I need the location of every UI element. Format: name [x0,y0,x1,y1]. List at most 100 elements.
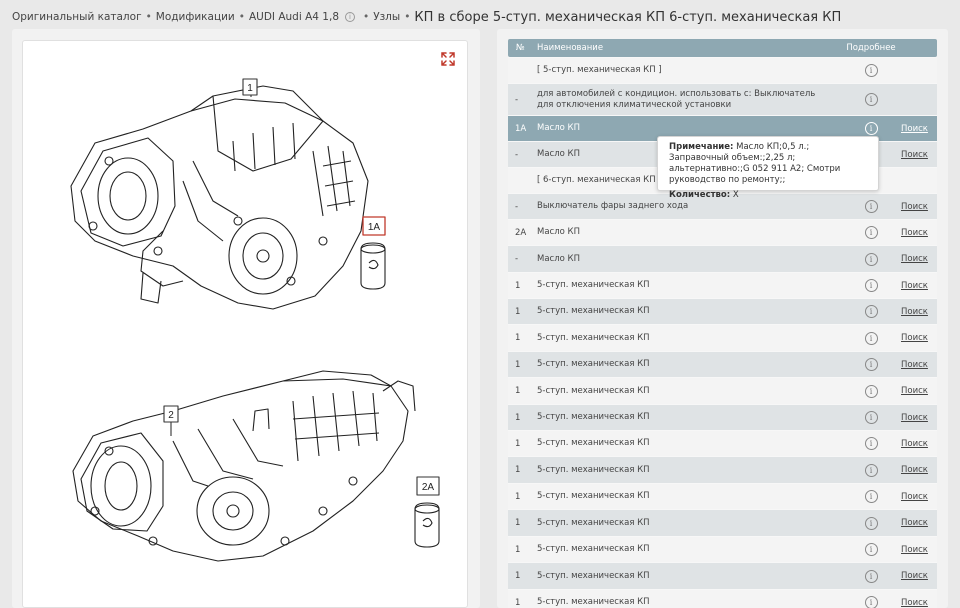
row-link-cell: Поиск [901,281,937,291]
info-circle-icon[interactable]: i [864,252,878,266]
search-link[interactable]: Поиск [901,202,928,212]
tooltip-qty-label: Количество: [669,190,731,200]
row-link-cell: Поиск [901,360,937,370]
search-link[interactable]: Поиск [901,333,928,343]
info-circle-icon[interactable]: i [864,64,878,77]
row-link-cell: Поиск [901,386,937,396]
breadcrumb: Оригинальный каталог • Модификации • AUD… [12,8,841,26]
row-info-cell: i [841,490,901,503]
expand-arrows-icon[interactable] [440,51,456,67]
row-number: 2A [515,227,527,238]
search-link[interactable]: Поиск [901,571,928,581]
info-icon[interactable]: i [345,12,355,22]
row-name: 5-ступ. механическая КП [537,570,650,581]
info-circle-icon[interactable]: i [864,516,878,530]
table-row[interactable]: 1 5-ступ. механическая КП i Поиск [508,483,937,509]
table-header: № Наименование Подробнее [508,39,937,57]
info-circle-icon[interactable]: i [864,93,878,106]
table-row[interactable]: 1 5-ступ. механическая КП i Поиск [508,430,937,456]
table-row[interactable]: 1 5-ступ. механическая КП i Поиск [508,589,937,608]
header-more: Подробнее [846,43,896,53]
row-number: - [515,94,519,105]
search-link[interactable]: Поиск [901,598,928,608]
info-circle-icon[interactable]: i [864,569,878,583]
search-link[interactable]: Поиск [901,545,928,555]
row-link-cell: Поиск [901,228,937,238]
search-link[interactable]: Поиск [901,150,928,160]
table-row[interactable]: 1 5-ступ. механическая КП i Поиск [508,377,937,404]
info-circle-icon[interactable]: i [864,437,878,450]
row-info-cell: i [841,279,901,292]
breadcrumb-link-units[interactable]: Узлы [373,11,400,23]
info-circle-icon[interactable]: i [864,411,878,424]
info-circle-icon[interactable]: i [864,226,878,239]
row-number: 1 [515,597,521,608]
table-row[interactable]: 2A Масло КП i Поиск [508,219,937,245]
row-name: Выключатель фары заднего хода [537,201,689,211]
table-row[interactable]: 1 5-ступ. механическая КП i Поиск [508,456,937,483]
table-row[interactable]: 1 5-ступ. механическая КП i Поиск [508,536,937,562]
info-circle-icon[interactable]: i [864,331,878,345]
callout-1[interactable]: 1 [247,83,253,94]
row-name: 5-ступ. механическая КП [537,412,650,422]
table-row[interactable]: - для автомобилей с кондицион. использова… [508,83,937,115]
row-name: 5-ступ. механическая КП [537,359,650,369]
row-link-cell: Поиск [901,307,937,317]
callout-2a[interactable]: 2A [422,482,435,493]
info-circle-icon[interactable]: i [864,543,878,556]
info-circle-icon[interactable]: i [864,200,878,213]
row-info-cell: i [841,516,901,530]
row-info-cell: i [841,358,901,371]
info-circle-icon[interactable]: i [864,279,878,292]
parts-diagram: 1 1A 2 2A [22,40,468,608]
info-circle-icon[interactable]: i [864,358,878,371]
search-link[interactable]: Поиск [901,492,928,502]
search-link[interactable]: Поиск [901,413,928,423]
table-row[interactable]: 1 5-ступ. механическая КП i Поиск [508,351,937,377]
row-info-cell: i [841,463,901,477]
note-tooltip: Примечание: Масло КП;0,5 л.; Заправочный… [657,136,879,200]
search-link[interactable]: Поиск [901,465,928,475]
row-info-cell: i [841,122,901,135]
info-circle-icon[interactable]: i [864,122,878,135]
search-link[interactable]: Поиск [901,307,928,317]
info-circle-icon[interactable]: i [864,596,878,608]
table-row[interactable]: 1 5-ступ. механическая КП i Поиск [508,562,937,589]
table-row[interactable]: 1 5-ступ. механическая КП i Поиск [508,509,937,536]
row-name: для автомобилей с кондицион. использоват… [537,88,816,110]
table-row[interactable]: 1 5-ступ. механическая КП i Поиск [508,324,937,351]
search-link[interactable]: Поиск [901,281,928,291]
row-number: 1A [515,123,527,134]
row-info-cell: i [841,93,901,106]
table-row[interactable]: [ 5-ступ. механическая КП ] i [508,57,937,83]
row-name: Масло КП [537,227,580,237]
search-link[interactable]: Поиск [901,360,928,370]
search-link[interactable]: Поиск [901,124,928,134]
row-name: 5-ступ. механическая КП [537,306,650,316]
search-link[interactable]: Поиск [901,518,928,528]
table-row[interactable]: - Масло КП i Поиск [508,245,937,272]
callout-2[interactable]: 2 [168,410,174,421]
search-link[interactable]: Поиск [901,228,928,238]
row-number: 1 [515,438,521,449]
breadcrumb-link-catalog[interactable]: Оригинальный каталог [12,11,142,23]
search-link[interactable]: Поиск [901,254,928,264]
table-row[interactable]: 1 5-ступ. механическая КП i Поиск [508,404,937,430]
search-link[interactable]: Поиск [901,439,928,449]
info-circle-icon[interactable]: i [864,463,878,477]
breadcrumb-link-modifications[interactable]: Модификации [156,11,235,23]
info-circle-icon[interactable]: i [864,384,878,398]
row-name: 5-ступ. механическая КП [537,464,650,475]
info-circle-icon[interactable]: i [864,305,878,318]
search-link[interactable]: Поиск [901,386,928,396]
breadcrumb-link-model[interactable]: AUDI Audi A4 1,8 [249,11,339,23]
row-name: Масло КП [537,123,580,133]
table-row[interactable]: 1 5-ступ. механическая КП i Поиск [508,298,937,324]
tooltip-note-label: Примечание: [669,142,734,152]
table-row[interactable]: 1 5-ступ. механическая КП i Поиск [508,272,937,298]
row-info-cell: i [841,411,901,424]
row-name: 5-ступ. механическая КП [537,597,650,607]
callout-1a[interactable]: 1A [368,222,381,233]
row-name: [ 5-ступ. механическая КП ] [537,65,662,75]
info-circle-icon[interactable]: i [864,490,878,503]
